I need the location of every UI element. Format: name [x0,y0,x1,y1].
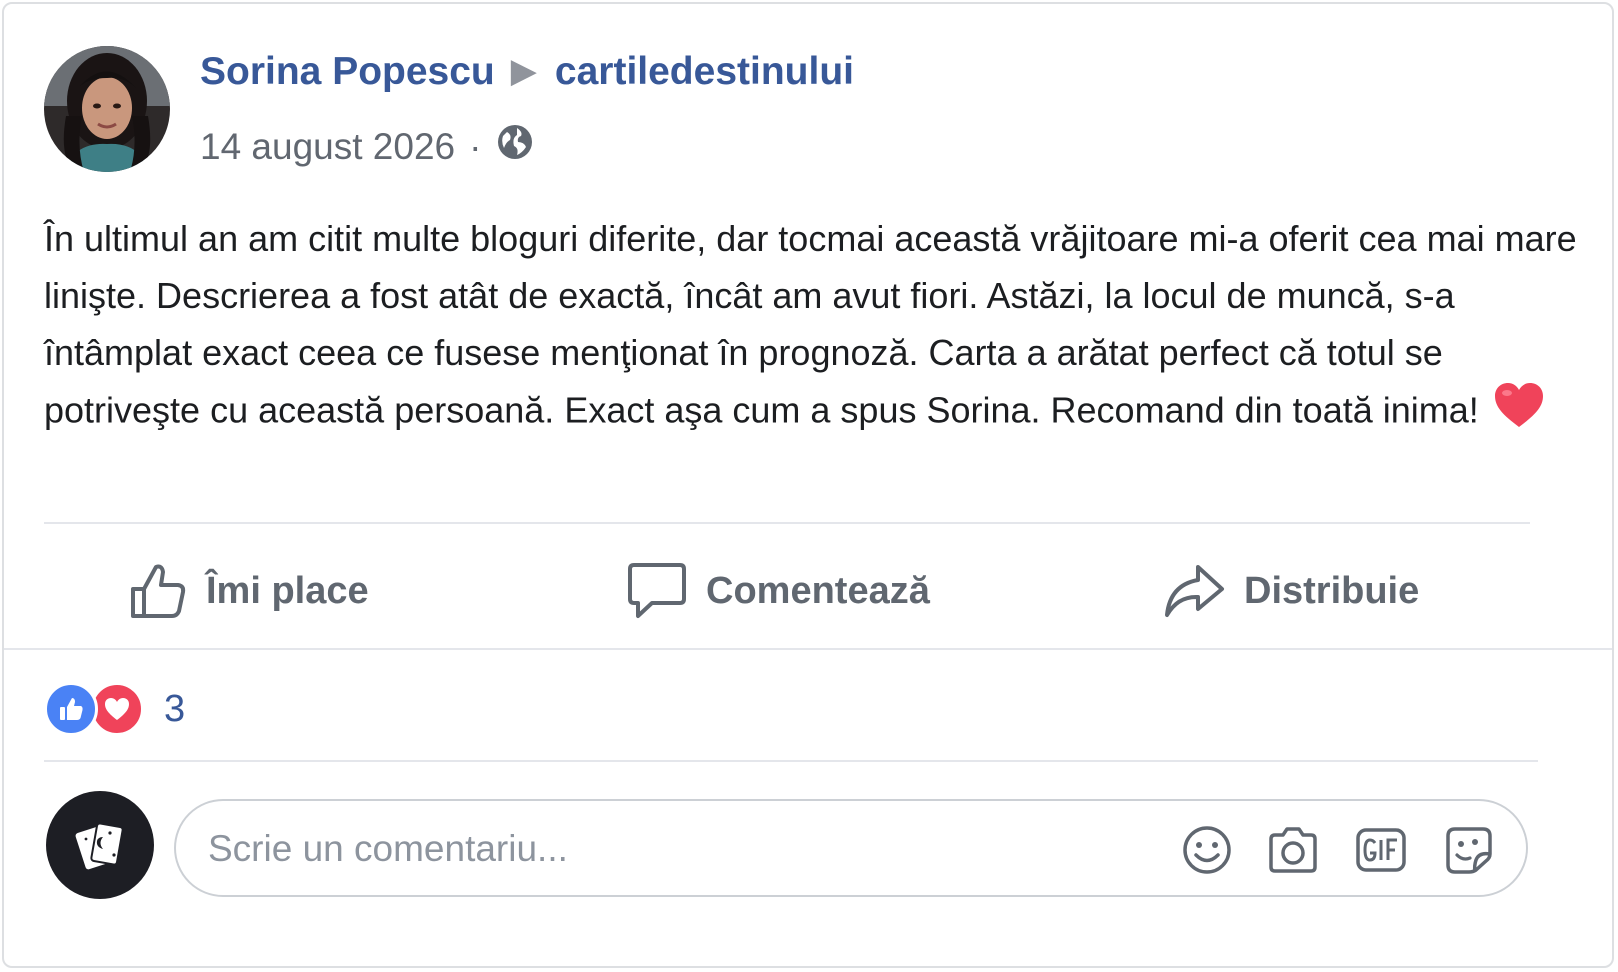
meta-separator: · [469,125,482,167]
share-arrow-icon [1165,565,1224,617]
divider-middle [4,648,1612,650]
like-label: Îmi place [206,569,369,612]
love-icon [90,682,144,736]
red-heart-icon [1493,381,1545,445]
gif-icon[interactable] [1354,823,1408,877]
post-header: Sorina Popescu ▶ cartiledestinului [200,50,854,94]
post-date[interactable]: 14 august 2026 [200,126,455,168]
post-card: Sorina Popescu ▶ cartiledestinului 14 augu… [2,2,1614,968]
post-meta: 14 august 2026 · [200,122,535,171]
reactions-summary[interactable]: 3 [44,682,185,736]
share-button[interactable]: Distribuie [1162,556,1419,626]
sticker-icon[interactable] [1442,823,1496,877]
divider-bottom [44,760,1538,762]
like-icon [44,682,98,736]
commenter-avatar[interactable] [46,791,154,899]
speech-bubble-icon [628,563,686,618]
comment-label: Comentează [706,569,930,612]
comment-button[interactable]: Comentează [626,556,930,626]
comment-input[interactable] [206,821,1140,877]
share-arrow: ▶ [510,52,537,90]
thumbs-up-icon [131,564,186,618]
like-button[interactable]: Îmi place [128,556,369,626]
globe-icon[interactable] [495,122,535,171]
page-name-link[interactable]: cartiledestinului [555,50,854,93]
reaction-count[interactable]: 3 [164,688,185,731]
author-name-link[interactable]: Sorina Popescu [200,50,495,93]
share-label: Distribuie [1244,569,1420,612]
comment-composer [174,799,1528,897]
emoji-icon[interactable] [1180,823,1234,877]
post-text: În ultimul an am citit multe bloguri dif… [44,210,1594,445]
post-body: În ultimul an am citit multe bloguri dif… [44,218,1577,431]
camera-icon[interactable] [1266,823,1320,877]
divider-top [44,522,1530,524]
author-avatar[interactable] [44,46,170,172]
tarot-cards-icon [75,822,124,870]
